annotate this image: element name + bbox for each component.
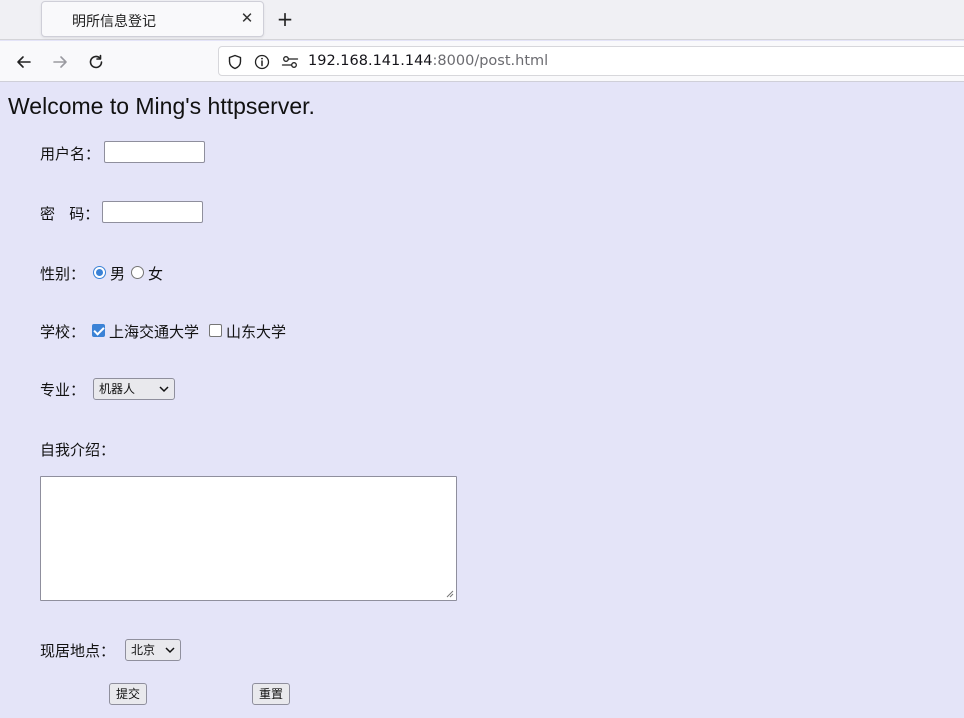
chevron-down-icon bbox=[165, 647, 175, 654]
resize-grip-icon[interactable] bbox=[444, 588, 454, 598]
username-input[interactable] bbox=[104, 141, 205, 163]
page-content: Welcome to Ming's httpserver. 用户名： 密 码： … bbox=[0, 83, 964, 718]
location-label: 现居地点： bbox=[40, 642, 116, 660]
tab-strip: 明所信息登记 ✕ + bbox=[0, 0, 964, 40]
major-select-value: 机器人 bbox=[99, 382, 136, 396]
tab-title: 明所信息登记 bbox=[72, 14, 156, 30]
location-select-value: 北京 bbox=[131, 643, 156, 657]
reset-button[interactable]: 重置 bbox=[252, 683, 290, 705]
gender-label: 性别： bbox=[40, 265, 86, 283]
browser-tab[interactable]: 明所信息登记 ✕ bbox=[41, 1, 264, 37]
submit-button[interactable]: 提交 bbox=[109, 683, 147, 705]
url-bar[interactable]: 192.168.141.144:8000/post.html bbox=[218, 46, 964, 76]
gender-female-label: 女 bbox=[148, 265, 164, 283]
location-select[interactable]: 北京 bbox=[125, 639, 181, 661]
navigation-bar: 192.168.141.144:8000/post.html bbox=[0, 41, 964, 82]
gender-male-radio[interactable] bbox=[93, 266, 106, 279]
close-tab-icon[interactable]: ✕ bbox=[239, 10, 255, 26]
school-sjtu-label: 上海交通大学 bbox=[109, 323, 200, 341]
school-sjtu-checkbox[interactable] bbox=[92, 324, 105, 337]
chevron-down-icon bbox=[159, 386, 169, 393]
major-label: 专业： bbox=[40, 381, 86, 399]
url-path: :8000/post.html bbox=[432, 53, 549, 69]
username-label: 用户名： bbox=[40, 145, 101, 163]
reload-icon[interactable] bbox=[85, 51, 107, 73]
shield-icon[interactable] bbox=[226, 53, 244, 71]
back-arrow-icon[interactable] bbox=[13, 51, 35, 73]
permissions-icon[interactable] bbox=[281, 53, 299, 71]
gender-female-radio[interactable] bbox=[131, 266, 144, 279]
forward-arrow-icon[interactable] bbox=[49, 51, 71, 73]
url-host: 192.168.141.144 bbox=[308, 53, 433, 69]
password-input[interactable] bbox=[102, 201, 203, 223]
major-select[interactable]: 机器人 bbox=[93, 378, 175, 400]
info-icon[interactable] bbox=[253, 53, 271, 71]
school-label: 学校： bbox=[40, 323, 86, 341]
gender-male-label: 男 bbox=[110, 265, 126, 283]
password-label: 密 码： bbox=[40, 205, 100, 223]
school-sdu-label: 山东大学 bbox=[226, 323, 287, 341]
page-title: Welcome to Ming's httpserver. bbox=[8, 93, 315, 119]
url-text: 192.168.141.144:8000/post.html bbox=[308, 53, 548, 69]
new-tab-icon[interactable]: + bbox=[274, 8, 296, 30]
intro-textarea[interactable] bbox=[40, 476, 457, 601]
school-sdu-checkbox[interactable] bbox=[209, 324, 222, 337]
intro-label: 自我介绍： bbox=[40, 441, 116, 459]
